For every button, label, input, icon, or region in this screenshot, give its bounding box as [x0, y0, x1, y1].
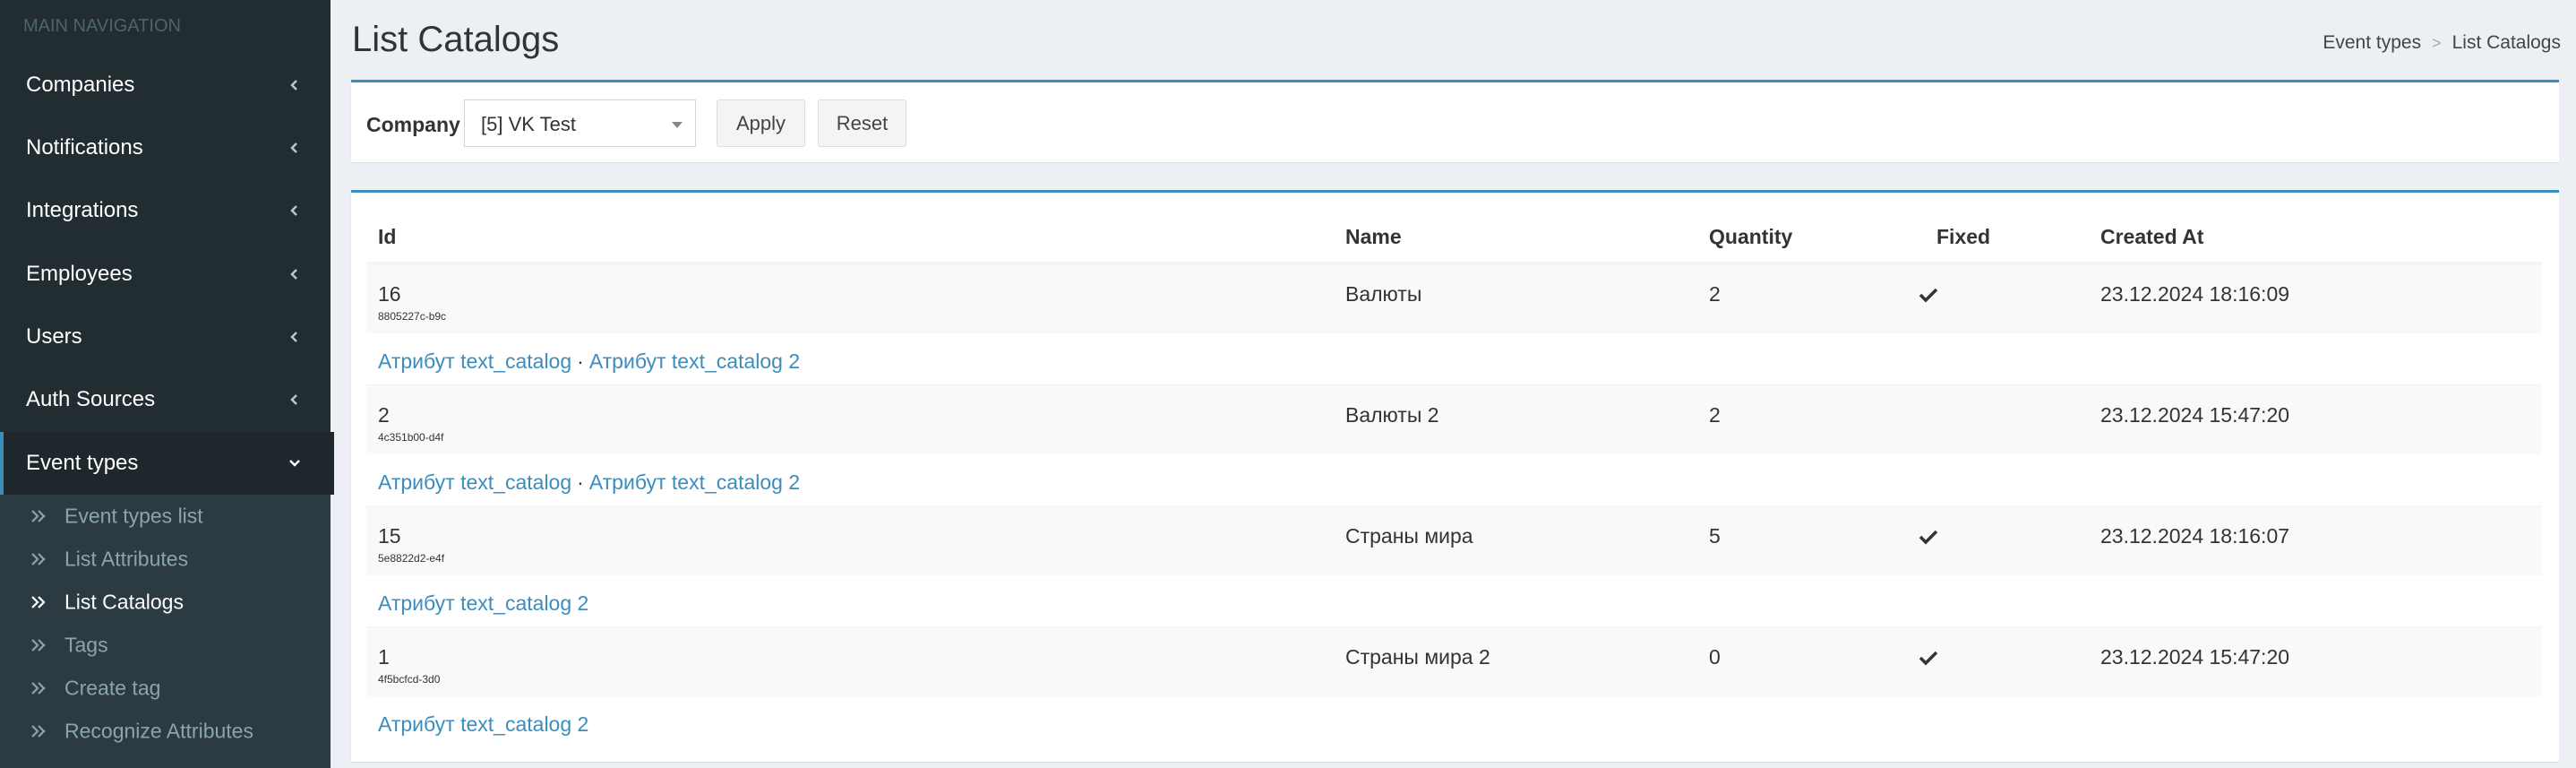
cell-quantity: 0 [1709, 645, 1721, 669]
cell-name: Валюты 2 [1345, 403, 1439, 427]
caret-down-icon [672, 122, 683, 128]
sidebar-item-employees[interactable]: Employees [0, 243, 331, 306]
check-icon [1919, 530, 1938, 545]
sidebar-item-label: Notifications [26, 135, 143, 160]
sidebar-item-label: Companies [26, 73, 135, 97]
sidebar-item-event-types[interactable]: Event types [0, 432, 334, 495]
row-attributes: Атрибут text_catalog · Атрибут text_catalo… [378, 460, 800, 505]
cell-name: Страны мира [1345, 524, 1473, 548]
cell-created-at: 23.12.2024 18:16:09 [2100, 282, 2290, 306]
column-header-quantity: Quantity [1709, 225, 1793, 248]
company-label: Company [366, 113, 460, 136]
filter-box: Company [5] VK Test Apply Reset [351, 80, 2559, 162]
sidebar-item-companies[interactable]: Companies [0, 54, 331, 116]
cell-uid: 4f5bcfcd-3d0 [378, 673, 441, 686]
event-types-submenu: Event types list List Attributes List Ca… [0, 495, 331, 768]
attribute-link[interactable]: Атрибут text_catalog 2 [589, 349, 800, 374]
cell-name: Страны мира 2 [1345, 645, 1490, 669]
cell-uid: 8805227c-b9c [378, 310, 447, 323]
double-chevron-right-icon [31, 596, 46, 608]
attribute-link[interactable]: Атрибут text_catalog 2 [589, 470, 800, 495]
cell-uid: 4c351b00-d4f [378, 431, 444, 444]
cell-id: 16 [378, 282, 401, 306]
attribute-link[interactable]: Атрибут text_catalog [378, 349, 571, 374]
double-chevron-right-icon [31, 682, 46, 695]
cell-quantity: 2 [1709, 403, 1721, 427]
attribute-link[interactable]: Атрибут text_catalog 2 [378, 712, 588, 737]
table-row[interactable]: 15 5e8822d2-e4f Страны мира 5 23.12.2024… [366, 505, 2542, 575]
submenu-item-tags[interactable]: Tags [0, 624, 331, 667]
submenu-item-label: List Catalogs [64, 590, 184, 614]
submenu-item-list-attributes[interactable]: List Attributes [0, 538, 331, 581]
submenu-item-label: Event types list [64, 504, 203, 528]
double-chevron-right-icon [31, 553, 46, 565]
cell-created-at: 23.12.2024 15:47:20 [2100, 645, 2290, 669]
row-attributes: Атрибут text_catalog · Атрибут text_catalo… [378, 339, 800, 384]
submenu-item-label: Tags [64, 633, 108, 657]
apply-button[interactable]: Apply [717, 99, 805, 147]
cell-uid: 5e8822d2-e4f [378, 552, 445, 565]
page-title: List Catalogs [352, 20, 560, 59]
cell-quantity: 5 [1709, 524, 1721, 548]
table-row[interactable]: 16 8805227c-b9c Валюты 2 23.12.2024 18:1… [366, 263, 2542, 333]
breadcrumb: Event types > List Catalogs [2323, 32, 2561, 54]
cell-quantity: 2 [1709, 282, 1721, 306]
double-chevron-right-icon [31, 510, 46, 522]
chevron-left-icon [290, 332, 297, 342]
attribute-separator: · [577, 470, 584, 494]
chevron-left-icon [290, 80, 297, 91]
sidebar-item-label: Integrations [26, 198, 139, 222]
submenu-item-label: Create tag [64, 676, 161, 700]
sidebar-item-label: Employees [26, 262, 133, 286]
cell-id: 15 [378, 524, 401, 548]
attribute-link[interactable]: Атрибут text_catalog 2 [378, 591, 588, 616]
chevron-left-icon [290, 394, 297, 405]
submenu-item-list-catalogs[interactable]: List Catalogs [0, 581, 331, 624]
sidebar-item-users[interactable]: Users [0, 306, 331, 368]
row-attributes: Атрибут text_catalog 2 [378, 581, 588, 626]
sidebar: MAIN NAVIGATION Companies Notifications … [0, 0, 334, 768]
nav-header: MAIN NAVIGATION [23, 16, 181, 36]
sidebar-item-notifications[interactable]: Notifications [0, 116, 331, 179]
cell-id: 2 [378, 403, 390, 427]
row-attributes: Атрибут text_catalog 2 [378, 702, 588, 746]
cell-created-at: 23.12.2024 15:47:20 [2100, 403, 2290, 427]
sidebar-item-label: Auth Sources [26, 387, 156, 411]
double-chevron-right-icon [31, 725, 46, 738]
submenu-item-label: Recognize Attributes [64, 719, 253, 743]
check-icon [1919, 651, 1938, 666]
attribute-separator: · [577, 349, 584, 373]
column-header-id: Id [378, 225, 397, 248]
catalogs-table-box: Id Name Quantity Fixed Created At 16 880… [351, 190, 2559, 762]
table-row[interactable]: 1 4f5bcfcd-3d0 Страны мира 2 0 23.12.202… [366, 626, 2542, 696]
company-select-value: [5] VK Test [481, 113, 576, 135]
column-header-name: Name [1345, 225, 1402, 248]
double-chevron-right-icon [31, 639, 46, 652]
attribute-link[interactable]: Атрибут text_catalog [378, 470, 571, 495]
breadcrumb-item-current: List Catalogs [2451, 32, 2561, 53]
column-header-created-at: Created At [2100, 225, 2204, 248]
check-icon [1919, 288, 1938, 303]
sidebar-item-integrations[interactable]: Integrations [0, 179, 331, 242]
cell-created-at: 23.12.2024 18:16:07 [2100, 524, 2290, 548]
sidebar-item-label: Users [26, 324, 82, 349]
cell-name: Валюты [1345, 282, 1422, 306]
reset-button[interactable]: Reset [818, 99, 906, 147]
sidebar-item-auth-sources[interactable]: Auth Sources [0, 368, 331, 431]
submenu-item-create-tag[interactable]: Create tag [0, 667, 331, 710]
submenu-item-recognize-attributes[interactable]: Recognize Attributes [0, 710, 331, 753]
sidebar-item-label: Event types [26, 451, 139, 475]
cell-id: 1 [378, 645, 390, 669]
company-select[interactable]: [5] VK Test [464, 99, 696, 147]
chevron-down-icon [289, 460, 300, 467]
breadcrumb-item-event-types[interactable]: Event types [2323, 32, 2421, 53]
breadcrumb-separator: > [2432, 34, 2442, 52]
chevron-left-icon [290, 142, 297, 153]
chevron-left-icon [290, 205, 297, 216]
table-row[interactable]: 2 4c351b00-d4f Валюты 2 2 23.12.2024 15:… [366, 384, 2542, 454]
submenu-item-label: List Attributes [64, 547, 189, 571]
submenu-item-event-types-list[interactable]: Event types list [0, 495, 331, 538]
chevron-left-icon [290, 269, 297, 280]
column-header-fixed: Fixed [1936, 225, 1991, 248]
